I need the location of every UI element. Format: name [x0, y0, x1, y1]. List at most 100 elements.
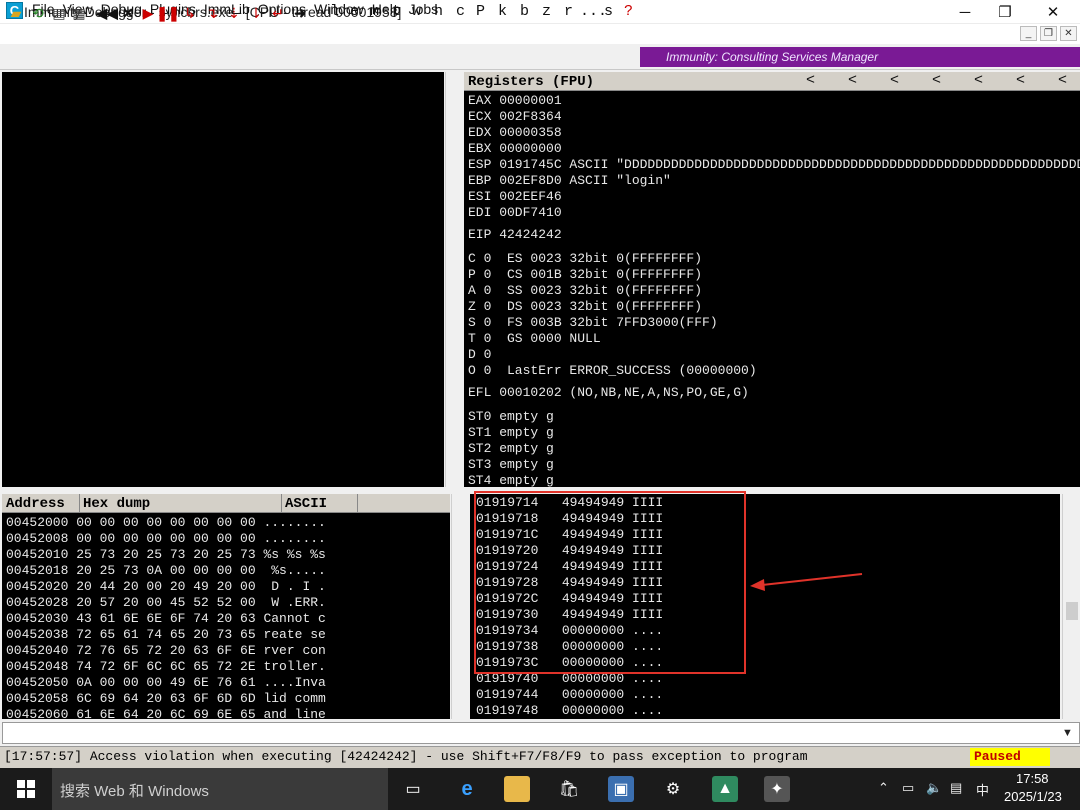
- restart-icon[interactable]: ⟲: [28, 3, 48, 23]
- dump-row[interactable]: 00452040 72 76 65 72 20 63 6F 6E rver co…: [6, 643, 326, 659]
- tray-expand-icon[interactable]: ⌃: [878, 780, 889, 796]
- flag-c-es[interactable]: C 0 ES 0023 32bit 0(FFFFFFFF): [468, 251, 702, 267]
- registers-arrow-1[interactable]: <: [806, 72, 815, 89]
- clock-time[interactable]: 17:58: [1016, 771, 1049, 786]
- dump-row[interactable]: 00452008 00 00 00 00 00 00 00 00 .......…: [6, 531, 326, 547]
- stack-row[interactable]: 01919744 00000000 ....: [476, 687, 663, 703]
- stack-scrollbar[interactable]: [1062, 494, 1080, 719]
- dump-col-address[interactable]: Address: [6, 496, 65, 512]
- toolbar-log[interactable]: l: [330, 3, 339, 20]
- disassembly-pane[interactable]: [2, 72, 444, 487]
- app-icon-blue[interactable]: ▣: [608, 776, 634, 802]
- toolbar-breakpoints[interactable]: b: [520, 3, 529, 20]
- register-eax[interactable]: EAX 00000001: [468, 93, 562, 109]
- step-over-icon[interactable]: ↴: [204, 3, 220, 23]
- toolbar-references[interactable]: r: [564, 3, 573, 20]
- register-esi[interactable]: ESI 002EEF46: [468, 189, 562, 205]
- trace-over-icon[interactable]: ⇂: [248, 3, 264, 23]
- stack-scroll-thumb[interactable]: [1066, 602, 1078, 620]
- toolbar-executable-modules[interactable]: e: [350, 3, 359, 20]
- flag-p-cs[interactable]: P 0 CS 001B 32bit 0(FFFFFFFF): [468, 267, 702, 283]
- registers-arrow-4[interactable]: <: [932, 72, 941, 89]
- registers-arrow-5[interactable]: <: [974, 72, 983, 89]
- toolbar-call-stack[interactable]: k: [498, 3, 507, 20]
- registers-arrow-2[interactable]: <: [848, 72, 857, 89]
- register-ecx[interactable]: ECX 002F8364: [468, 109, 562, 125]
- register-edi[interactable]: EDI 00DF7410: [468, 205, 562, 221]
- toolbar-cpu[interactable]: c: [456, 3, 465, 20]
- window-icon[interactable]: ▦: [70, 3, 88, 23]
- register-edx[interactable]: EDX 00000358: [468, 125, 562, 141]
- register-st3[interactable]: ST3 empty g: [468, 457, 554, 473]
- dump-scrollbar[interactable]: [451, 494, 468, 719]
- register-esp[interactable]: ESP 0191745C ASCII "DDDDDDDDDDDDDDDDDDDD…: [468, 157, 1080, 173]
- flag-t-gs[interactable]: T 0 GS 0000 NULL: [468, 331, 601, 347]
- task-view-icon[interactable]: ▭: [400, 776, 426, 802]
- toolbar-threads[interactable]: t: [392, 3, 401, 20]
- registers-arrow-3[interactable]: <: [890, 72, 899, 89]
- file-explorer-icon[interactable]: [504, 776, 530, 802]
- registers-pane[interactable]: EAX 00000001 ECX 002F8364 EDX 00000358 E…: [464, 91, 1080, 487]
- dump-row[interactable]: 00452060 61 6E 64 20 6C 69 6E 65 and lin…: [6, 707, 326, 719]
- toolbar-help[interactable]: ?: [624, 3, 633, 20]
- maximize-button[interactable]: ❐: [982, 0, 1028, 24]
- dump-row[interactable]: 00452010 25 73 20 25 73 20 25 73 %s %s %…: [6, 547, 326, 563]
- go-to-icon[interactable]: ➜: [292, 3, 308, 23]
- toolbar-run-trace[interactable]: ...: [580, 3, 607, 20]
- ime-indicator[interactable]: 中: [976, 780, 989, 799]
- taskbar-search-box[interactable]: 搜索 Web 和 Windows: [52, 768, 388, 810]
- trace-into-icon[interactable]: ⇣: [226, 3, 242, 23]
- disassembly-scrollbar[interactable]: [445, 72, 462, 487]
- hex-dump-pane[interactable]: 00452000 00 00 00 00 00 00 00 00 .......…: [2, 513, 450, 719]
- dump-row[interactable]: 00452038 72 65 61 74 65 20 73 65 reate s…: [6, 627, 326, 643]
- execute-till-return-icon[interactable]: ↵: [270, 3, 286, 23]
- app-icon-green[interactable]: ▲: [712, 776, 738, 802]
- register-st2[interactable]: ST2 empty g: [468, 441, 554, 457]
- notification-icon[interactable]: ▤: [950, 780, 962, 796]
- rewind-icon[interactable]: ◀◀: [96, 3, 118, 23]
- dump-col-ascii[interactable]: ASCII: [285, 496, 327, 512]
- close-button[interactable]: ✕: [1030, 0, 1076, 24]
- run-icon[interactable]: ▶: [140, 3, 156, 23]
- registers-arrow-7[interactable]: <: [1058, 72, 1067, 89]
- pause-icon[interactable]: ❚❚: [156, 3, 179, 23]
- dump-row[interactable]: 00452020 20 44 20 00 20 49 20 00 D . I .: [6, 579, 326, 595]
- save-icon[interactable]: ▤: [50, 3, 68, 23]
- network-icon[interactable]: ▭: [902, 780, 914, 796]
- dump-col-hex[interactable]: Hex dump: [83, 496, 150, 512]
- flag-o-lasterr[interactable]: O 0 LastErr ERROR_SUCCESS (00000000): [468, 363, 757, 379]
- toolbar-patches[interactable]: P: [476, 3, 485, 20]
- dump-row[interactable]: 00452000 00 00 00 00 00 00 00 00 .......…: [6, 515, 326, 531]
- close-process-icon[interactable]: ✕: [120, 3, 136, 23]
- dump-row[interactable]: 00452030 43 61 6E 6E 6F 74 20 63 Cannot …: [6, 611, 326, 627]
- dump-row[interactable]: 00452028 20 57 20 00 45 52 52 00 W .ERR.: [6, 595, 326, 611]
- volume-icon[interactable]: 🔈: [926, 780, 942, 796]
- register-st0[interactable]: ST0 empty g: [468, 409, 554, 425]
- flag-s-fs[interactable]: S 0 FS 003B 32bit 7FFD3000(FFF): [468, 315, 718, 331]
- toolbar-source[interactable]: s: [604, 3, 613, 20]
- dump-row[interactable]: 00452050 0A 00 00 00 49 6E 76 61 ....Inv…: [6, 675, 326, 691]
- register-ebx[interactable]: EBX 00000000: [468, 141, 562, 157]
- flag-a-ss[interactable]: A 0 SS 0023 32bit 0(FFFFFFFF): [468, 283, 702, 299]
- registers-arrow-6[interactable]: <: [1016, 72, 1025, 89]
- start-button[interactable]: [0, 768, 52, 810]
- register-st1[interactable]: ST1 empty g: [468, 425, 554, 441]
- flag-z-ds[interactable]: Z 0 DS 0023 32bit 0(FFFFFFFF): [468, 299, 702, 315]
- register-efl[interactable]: EFL 00010202 (NO,NB,NE,A,NS,PO,GE,G): [468, 385, 749, 401]
- register-eip[interactable]: EIP 42424242: [468, 227, 562, 243]
- consulting-banner[interactable]: Immunity: Consulting Services Manager: [640, 47, 1080, 67]
- stack-row[interactable]: 01919748 00000000 ....: [476, 703, 663, 719]
- settings-gear-icon[interactable]: ⚙: [660, 776, 686, 802]
- register-st4[interactable]: ST4 empty g: [468, 473, 554, 487]
- edge-browser-icon[interactable]: e: [454, 776, 480, 802]
- step-into-icon[interactable]: ↳: [182, 3, 198, 23]
- dump-row[interactable]: 00452058 6C 69 64 20 63 6F 6D 6D lid com…: [6, 691, 326, 707]
- menu-window[interactable]: Window: [314, 1, 372, 19]
- toolbar-windows[interactable]: w: [412, 3, 421, 20]
- dump-row[interactable]: 00452018 20 25 73 0A 00 00 00 00 %s.....: [6, 563, 326, 579]
- immunity-taskbar-icon[interactable]: ✦: [764, 776, 790, 802]
- mdi-restore-button[interactable]: ❐: [1040, 26, 1057, 41]
- command-input[interactable]: [2, 722, 1080, 744]
- open-folder-icon[interactable]: ▰: [6, 3, 26, 23]
- mdi-close-button[interactable]: ✕: [1060, 26, 1077, 41]
